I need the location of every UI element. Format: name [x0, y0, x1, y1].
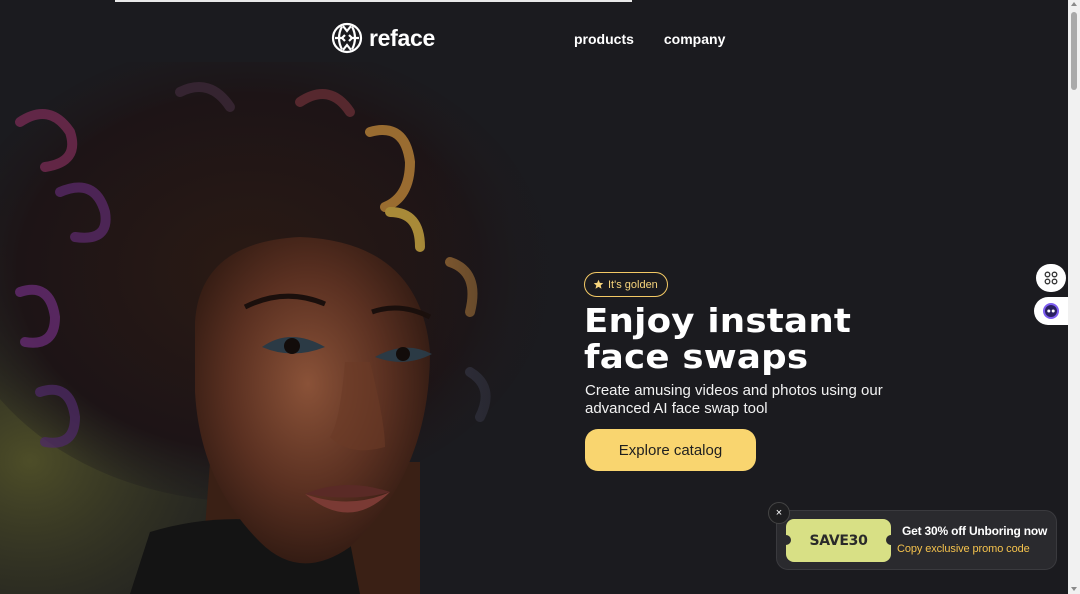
scroll-up-arrow-icon[interactable] — [1071, 2, 1077, 6]
scrollbar-thumb[interactable] — [1071, 12, 1077, 90]
scroll-down-arrow-icon[interactable] — [1071, 587, 1077, 591]
hero-subtext: Create amusing videos and photos using o… — [585, 382, 915, 418]
close-icon: × — [775, 507, 783, 519]
nav-products[interactable]: products — [574, 31, 634, 47]
hero-portrait-image — [0, 62, 600, 594]
promo-subtitle[interactable]: Copy exclusive promo code — [897, 543, 1030, 555]
assistant-face-icon — [1043, 303, 1059, 319]
nav-company[interactable]: company — [664, 31, 725, 47]
reface-logo-icon — [331, 22, 363, 54]
main-nav: products company — [574, 31, 725, 47]
promo-title: Get 30% off Unboring now — [902, 524, 1048, 538]
hero-badge: It's golden — [584, 272, 668, 297]
promo-close-button[interactable]: × — [768, 502, 790, 524]
promo-code: SAVE30 — [809, 532, 868, 549]
promo-banner[interactable]: SAVE30 Get 30% off Unboring now Copy exc… — [776, 510, 1057, 570]
page-scrollbar[interactable] — [1068, 0, 1080, 594]
brand-logo-link[interactable]: reface — [331, 22, 435, 54]
hero-headline-line1: Enjoy instant — [584, 301, 852, 340]
assistant-button[interactable] — [1034, 297, 1068, 325]
hero-badge-label: It's golden — [608, 278, 658, 291]
explore-catalog-button[interactable]: Explore catalog — [585, 429, 756, 471]
brand-name: reface — [369, 24, 435, 51]
hero-subtext-line2: advanced AI face swap tool — [585, 400, 768, 417]
hero-headline: Enjoy instant face swaps — [584, 303, 851, 375]
hero-headline-line2: face swaps — [584, 337, 809, 376]
star-icon — [593, 279, 604, 289]
apps-grid-icon — [1044, 271, 1058, 285]
hero-subtext-line1: Create amusing videos and photos using o… — [585, 382, 883, 399]
promo-code-coupon[interactable]: SAVE30 — [781, 519, 896, 562]
apps-grid-button[interactable] — [1036, 264, 1066, 292]
